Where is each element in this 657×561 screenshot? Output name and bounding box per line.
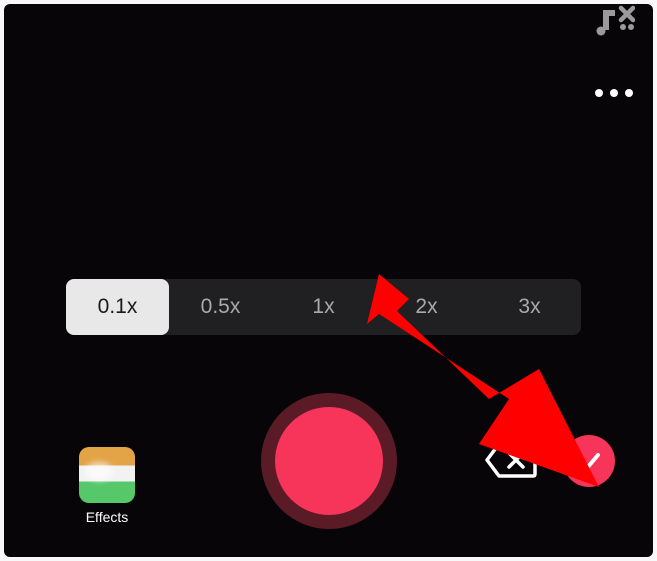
speed-option-1x[interactable]: 1x: [272, 279, 375, 335]
dot-icon: [625, 89, 633, 97]
sound-cut-icon[interactable]: [595, 4, 635, 45]
speed-option-3x[interactable]: 3x: [478, 279, 581, 335]
dot-icon: [610, 89, 618, 97]
more-options-icon[interactable]: [595, 77, 635, 97]
check-icon: [575, 447, 603, 475]
speed-selector: 0.1x 0.5x 1x 2x 3x: [66, 279, 581, 335]
bottom-controls: Effects: [4, 389, 653, 539]
speed-option-0-1x[interactable]: 0.1x: [66, 279, 169, 335]
delete-clip-button[interactable]: [485, 441, 537, 479]
effects-button[interactable]: Effects: [79, 447, 135, 525]
confirm-button[interactable]: [563, 435, 615, 487]
dot-icon: [595, 89, 603, 97]
speed-option-2x[interactable]: 2x: [375, 279, 478, 335]
speed-option-0-5x[interactable]: 0.5x: [169, 279, 272, 335]
effects-thumbnail-icon: [79, 447, 135, 503]
top-right-toolbar: [595, 4, 635, 97]
camera-viewport: 0.1x 0.5x 1x 2x 3x Effects: [4, 4, 653, 557]
effects-label: Effects: [86, 509, 129, 525]
record-button[interactable]: [261, 393, 397, 529]
record-inner-icon: [275, 407, 383, 515]
